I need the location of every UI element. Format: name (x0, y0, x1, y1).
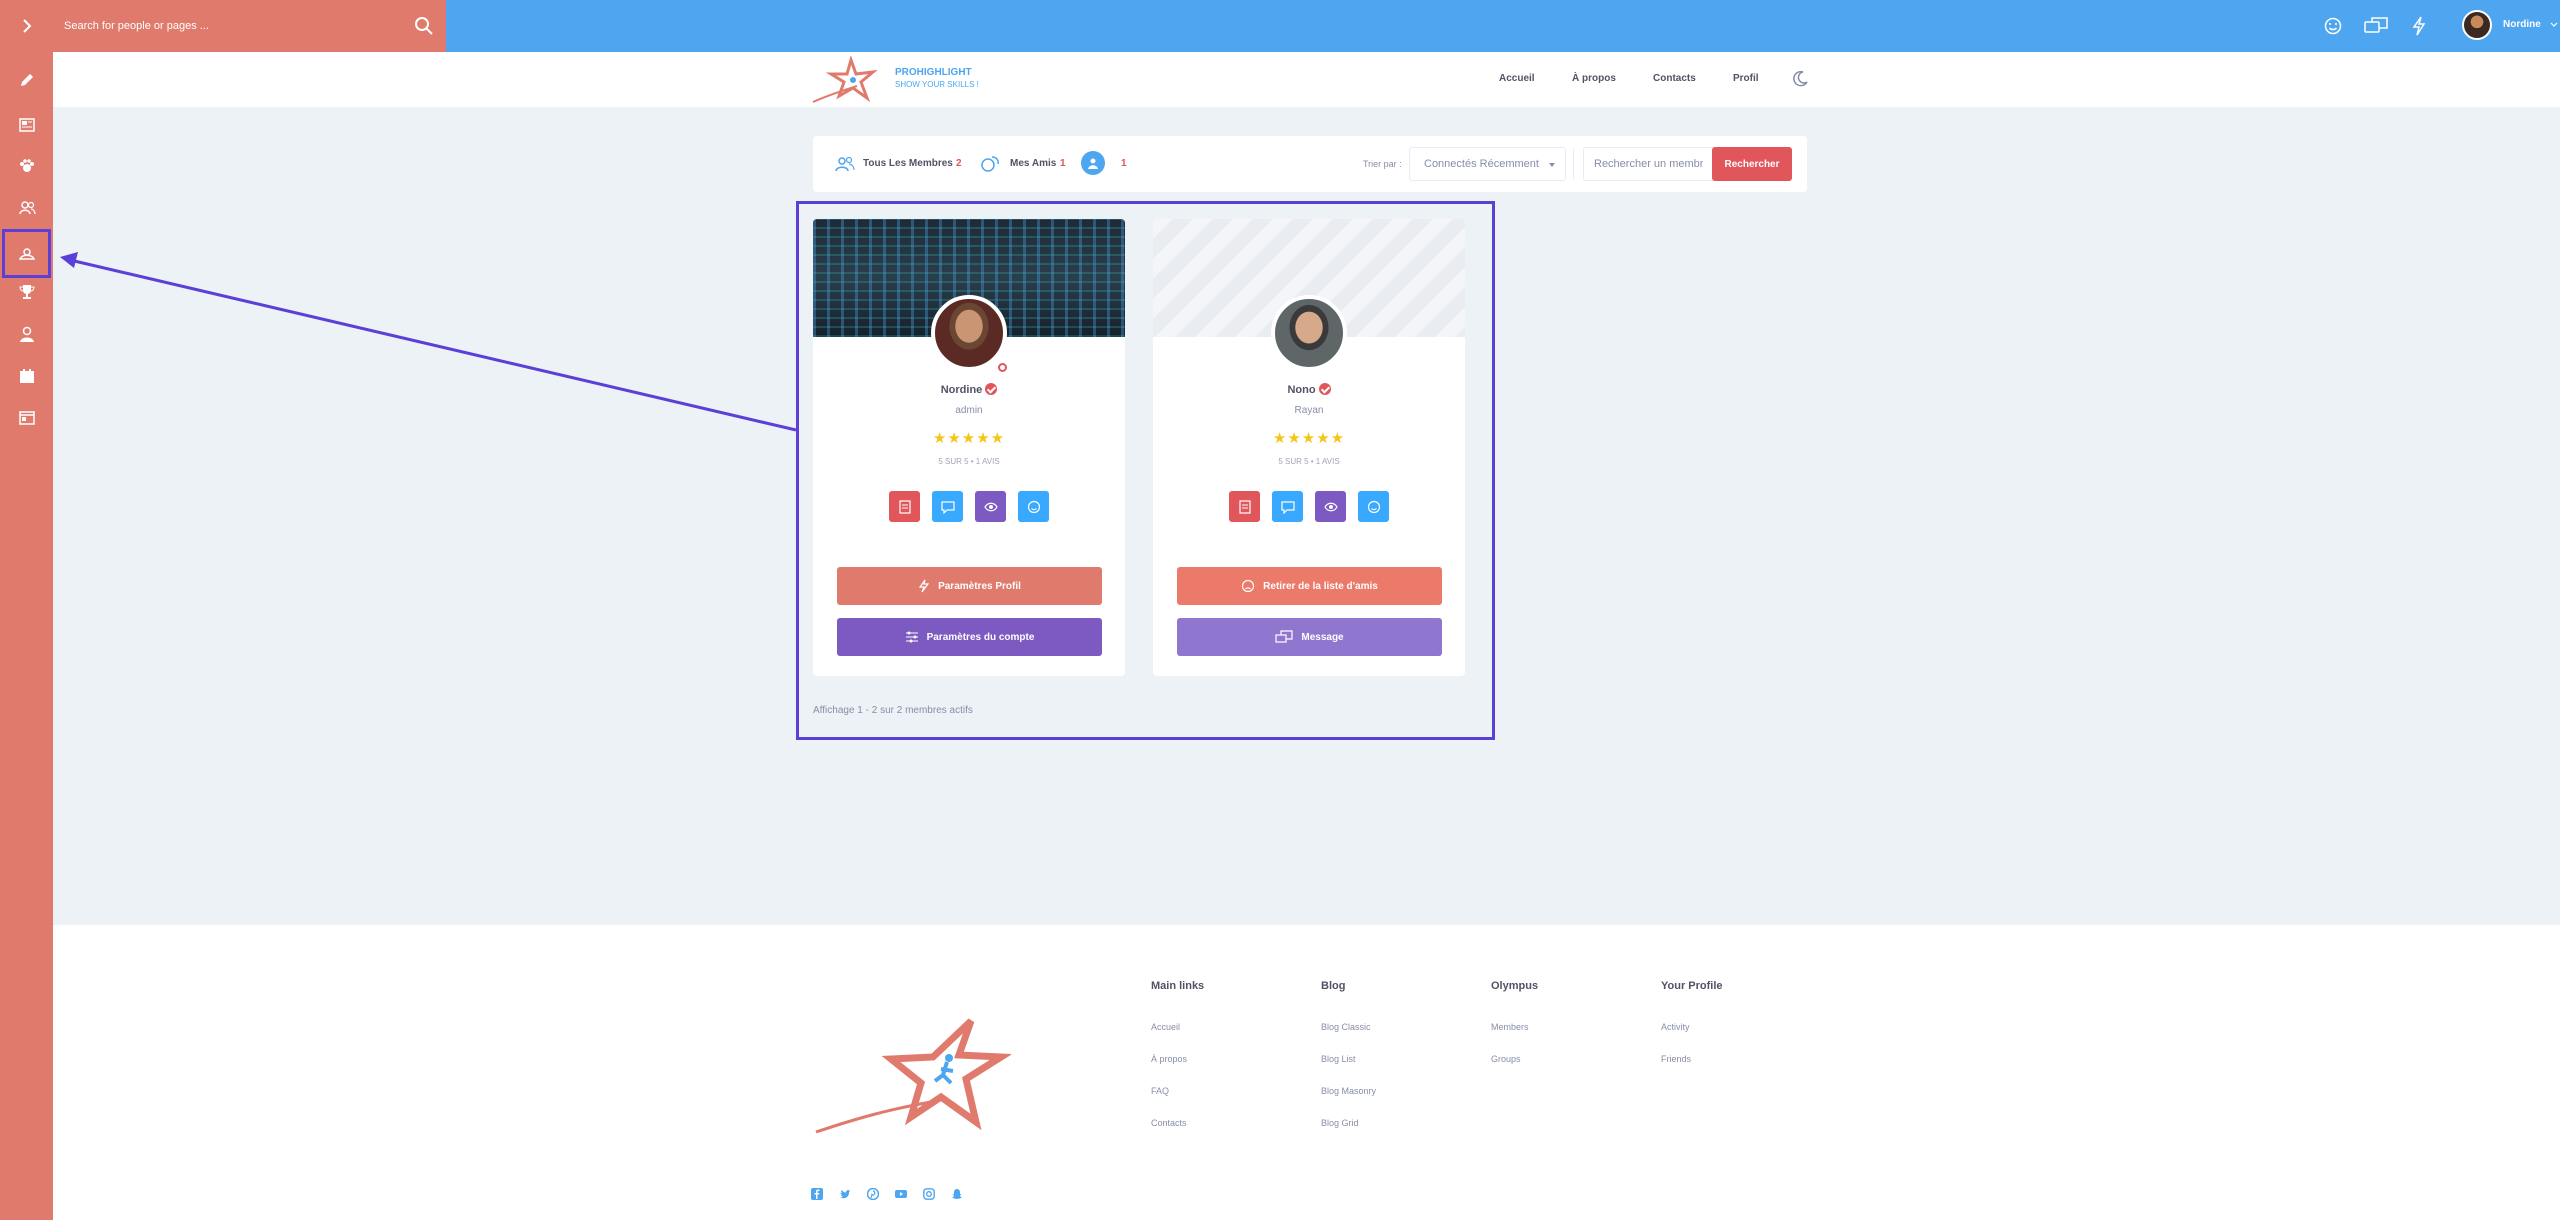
friend-requests-tab[interactable] (1081, 151, 1105, 175)
pinterest-icon[interactable] (867, 1188, 879, 1200)
friends-icon (18, 247, 35, 260)
members-filter-bar: Tous Les Membres 2 Mes Amis 1 1 Trier pa… (813, 136, 1807, 192)
global-search-button[interactable] (411, 13, 437, 39)
footer-link[interactable]: Blog Grid (1321, 1118, 1376, 1128)
sidebar-item-blog[interactable] (10, 108, 43, 141)
instagram-icon[interactable] (923, 1188, 935, 1200)
tab-my-friends[interactable]: Mes Amis (1010, 158, 1056, 169)
all-members-icon-wrap[interactable] (833, 152, 857, 176)
sidebar-item-badges[interactable] (10, 275, 43, 308)
top-bar: Nordine (53, 0, 2560, 52)
user-icon (1088, 158, 1098, 169)
user-tie-icon (19, 326, 34, 342)
browser-icon (18, 410, 35, 425)
smiley-icon (2324, 17, 2342, 35)
member-search-button[interactable]: Rechercher (1712, 147, 1792, 181)
social-links (811, 1188, 963, 1200)
sidebar-item-events[interactable] (10, 359, 43, 392)
pencil-icon (20, 73, 33, 86)
user-avatar[interactable] (2462, 10, 2492, 40)
caret-down-icon (1549, 163, 1555, 167)
footer-link[interactable]: Blog Masonry (1321, 1086, 1376, 1096)
annotation-highlight-box (796, 201, 1495, 740)
brand-title[interactable]: PROHIGHLIGHT (895, 67, 972, 78)
sort-label: Trier par : (1363, 159, 1402, 169)
footer-col-your-profile: Your Profile Activity Friends (1661, 980, 1723, 1086)
paw-icon (19, 158, 34, 172)
footer-link[interactable]: Members (1491, 1022, 1538, 1032)
divider (1573, 149, 1574, 179)
footer-col-title: Your Profile (1661, 980, 1723, 992)
youtube-icon[interactable] (895, 1188, 907, 1200)
global-search (53, 0, 446, 52)
brand-subtitle: SHOW YOUR SKILLS ! (895, 80, 979, 89)
calendar-icon (19, 368, 34, 383)
users-icon (835, 156, 855, 172)
all-members-count: 2 (956, 158, 962, 169)
footer-col-blog: Blog Blog Classic Blog List Blog Masonry… (1321, 980, 1376, 1150)
footer-col-olympus: Olympus Members Groups (1491, 980, 1538, 1086)
friends-icon (981, 156, 999, 172)
sidebar-item-profile[interactable] (10, 317, 43, 350)
user-name[interactable]: Nordine (2503, 19, 2541, 30)
dark-mode-moon-icon[interactable] (1790, 69, 1810, 89)
nav-a-propos[interactable]: À propos (1572, 73, 1616, 84)
footer-link[interactable]: Activity (1661, 1022, 1723, 1032)
footer-col-title: Blog (1321, 980, 1346, 992)
chevron-down-icon[interactable] (2549, 20, 2559, 30)
footer-link[interactable]: À propos (1151, 1054, 1204, 1064)
tab-all-members[interactable]: Tous Les Membres (863, 158, 953, 169)
footer-link[interactable]: Contacts (1151, 1118, 1204, 1128)
sidebar-item-members[interactable] (10, 191, 43, 224)
friends-icon-wrap[interactable] (978, 152, 1002, 176)
footer-col-title: Main links (1151, 980, 1205, 992)
sidebar-item-groups[interactable] (10, 149, 43, 182)
chevron-right-icon (22, 19, 31, 33)
trophy-icon (18, 284, 35, 299)
sidebar-item-newsfeed[interactable] (10, 63, 43, 96)
sort-selected-value: Connectés Récemment (1424, 158, 1539, 170)
sidebar-item-pages[interactable] (10, 401, 43, 434)
snapchat-icon[interactable] (951, 1188, 963, 1200)
site-footer: Main links Accueil À propos FAQ Contacts… (53, 925, 2560, 1220)
nav-profil[interactable]: Profil (1733, 73, 1759, 84)
newspaper-icon (18, 117, 35, 132)
chat-icon (2364, 17, 2388, 33)
users-icon (18, 200, 36, 214)
friends-count: 1 (1060, 158, 1066, 169)
friend-requests-count: 1 (1121, 158, 1127, 169)
global-search-input[interactable] (64, 15, 394, 37)
footer-col-main-links: Main links Accueil À propos FAQ Contacts (1151, 980, 1204, 1150)
left-sidebar (0, 0, 53, 1220)
footer-link[interactable]: Friends (1661, 1054, 1723, 1064)
sidebar-item-friends[interactable] (2, 229, 51, 278)
member-search-input[interactable] (1583, 147, 1713, 181)
twitter-icon[interactable] (839, 1188, 851, 1200)
notifications-button[interactable] (2406, 14, 2432, 38)
footer-col-title: Olympus (1491, 980, 1539, 992)
star-logo-icon (815, 1018, 1011, 1134)
footer-link[interactable]: Accueil (1151, 1022, 1204, 1032)
sort-select[interactable]: Connectés Récemment (1409, 147, 1566, 181)
star-logo-icon[interactable] (811, 56, 883, 104)
footer-link[interactable]: FAQ (1151, 1086, 1204, 1096)
messages-button[interactable] (2363, 14, 2389, 38)
search-icon (415, 17, 433, 35)
footer-link[interactable]: Blog List (1321, 1054, 1376, 1064)
friend-requests-button[interactable] (2320, 14, 2346, 38)
footer-link[interactable]: Groups (1491, 1054, 1538, 1064)
thunder-icon (2412, 16, 2426, 36)
footer-link[interactable]: Blog Classic (1321, 1022, 1376, 1032)
nav-accueil[interactable]: Accueil (1499, 73, 1535, 84)
nav-contacts[interactable]: Contacts (1653, 73, 1696, 84)
site-header: PROHIGHLIGHT SHOW YOUR SKILLS ! Accueil … (53, 52, 2560, 107)
sidebar-toggle-button[interactable] (0, 0, 53, 52)
facebook-icon[interactable] (811, 1188, 823, 1200)
